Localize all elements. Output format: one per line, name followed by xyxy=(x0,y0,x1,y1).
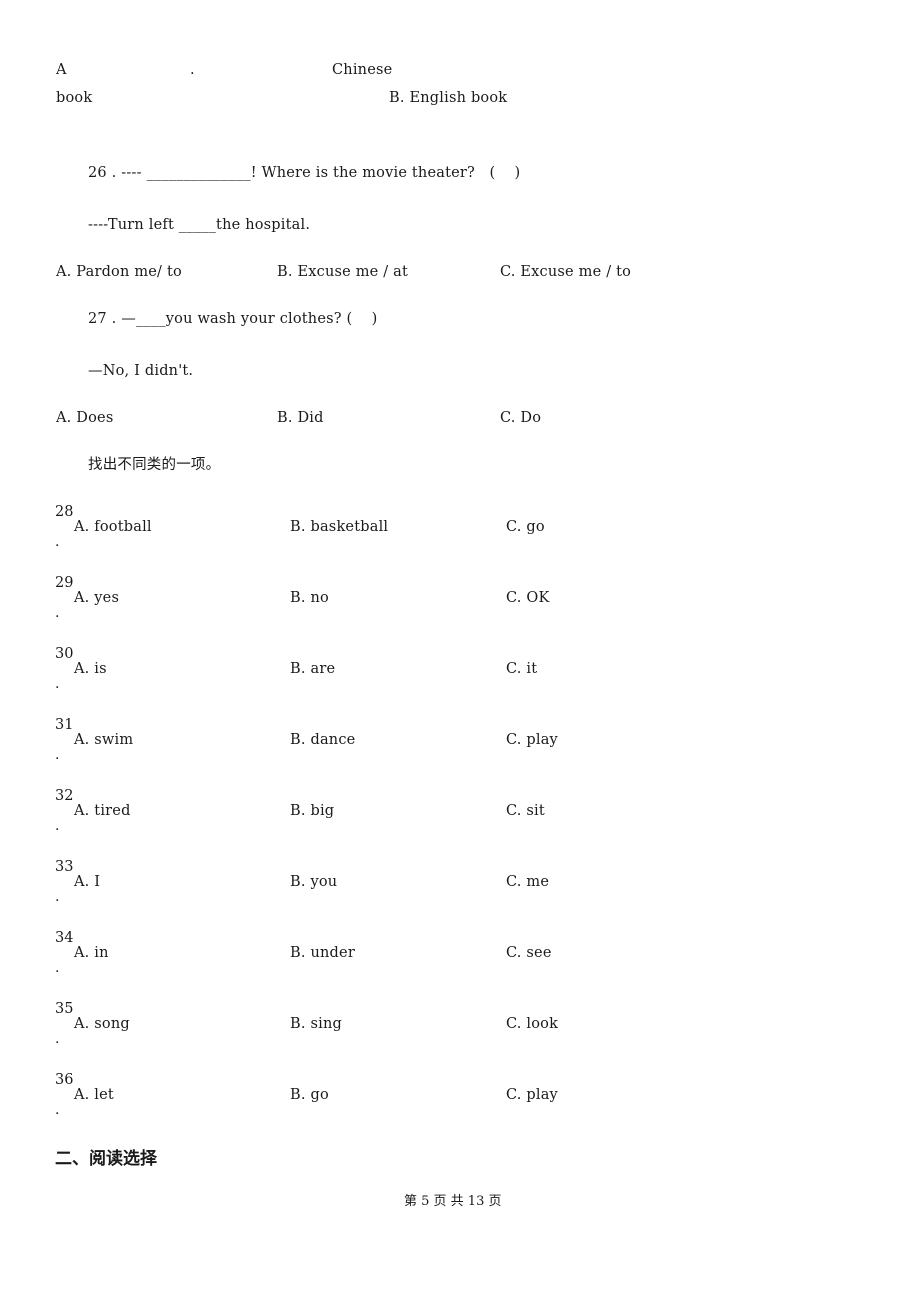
q26-option-a: A. Pardon me/ to xyxy=(56,264,182,280)
question-number: 35 xyxy=(55,1001,74,1017)
q25-option-a-continued: book xyxy=(56,90,93,106)
option-a: A. in xyxy=(74,945,109,961)
option-c: C. go xyxy=(506,519,545,535)
option-c: C. me xyxy=(506,874,550,890)
question-dot: . xyxy=(55,747,60,763)
question-number: 33 xyxy=(55,859,74,875)
q25-option-b: B. English book xyxy=(389,90,508,106)
q27-reply: —No, I didn't. xyxy=(88,363,194,379)
instruction-text: 找出不同类的一项。 xyxy=(88,457,221,473)
option-a: A. let xyxy=(74,1087,114,1103)
option-c: C. look xyxy=(506,1016,559,1032)
option-a: A. tired xyxy=(74,803,131,819)
question-number: 30 xyxy=(55,646,74,662)
q26-option-b: B. Excuse me / at xyxy=(277,264,409,280)
section-heading: 二、阅读选择 xyxy=(55,1149,157,1169)
option-c: C. play xyxy=(506,1087,558,1103)
option-b: B. basketball xyxy=(290,519,389,535)
q27-option-a: A. Does xyxy=(56,410,114,426)
question-number: 32 xyxy=(55,788,74,804)
q26-stem: 26 . ---- ______________! Where is the m… xyxy=(88,165,521,181)
question-number: 31 xyxy=(55,717,74,733)
q27-option-c: C. Do xyxy=(500,410,542,426)
q27-option-b: B. Did xyxy=(277,410,324,426)
option-b: B. under xyxy=(290,945,355,961)
question-dot: . xyxy=(55,889,60,905)
question-dot: . xyxy=(55,605,60,621)
page-footer: 第 5 页 共 13 页 xyxy=(404,1194,502,1209)
option-a: A. swim xyxy=(74,732,134,748)
q26-option-c: C. Excuse me / to xyxy=(500,264,632,280)
option-a: A. song xyxy=(74,1016,130,1032)
option-c: C. OK xyxy=(506,590,550,606)
option-a: A. I xyxy=(74,874,101,890)
question-dot: . xyxy=(55,1102,60,1118)
option-b: B. are xyxy=(290,661,336,677)
option-c: C. play xyxy=(506,732,558,748)
question-number: 36 xyxy=(55,1072,74,1088)
option-a: A. football xyxy=(74,519,152,535)
question-dot: . xyxy=(55,1031,60,1047)
q27-stem: 27 . —____you wash your clothes? ( ) xyxy=(88,311,378,327)
question-dot: . xyxy=(55,818,60,834)
option-a: A. is xyxy=(74,661,107,677)
question-dot: . xyxy=(55,960,60,976)
option-b: B. sing xyxy=(290,1016,342,1032)
option-c: C. sit xyxy=(506,803,545,819)
option-b: B. dance xyxy=(290,732,356,748)
question-dot: . xyxy=(55,534,60,550)
q25-option-a-dot: . xyxy=(190,62,195,78)
option-b: B. no xyxy=(290,590,329,606)
option-c: C. see xyxy=(506,945,552,961)
option-b: B. go xyxy=(290,1087,329,1103)
q25-option-a-label: A xyxy=(56,62,67,78)
option-b: B. you xyxy=(290,874,338,890)
question-number: 34 xyxy=(55,930,74,946)
option-c: C. it xyxy=(506,661,538,677)
question-dot: . xyxy=(55,676,60,692)
question-number: 29 xyxy=(55,575,74,591)
q25-option-a-word: Chinese xyxy=(332,62,393,78)
q26-reply: ----Turn left _____the hospital. xyxy=(88,217,311,233)
question-number: 28 xyxy=(55,504,74,520)
option-a: A. yes xyxy=(74,590,120,606)
option-b: B. big xyxy=(290,803,335,819)
